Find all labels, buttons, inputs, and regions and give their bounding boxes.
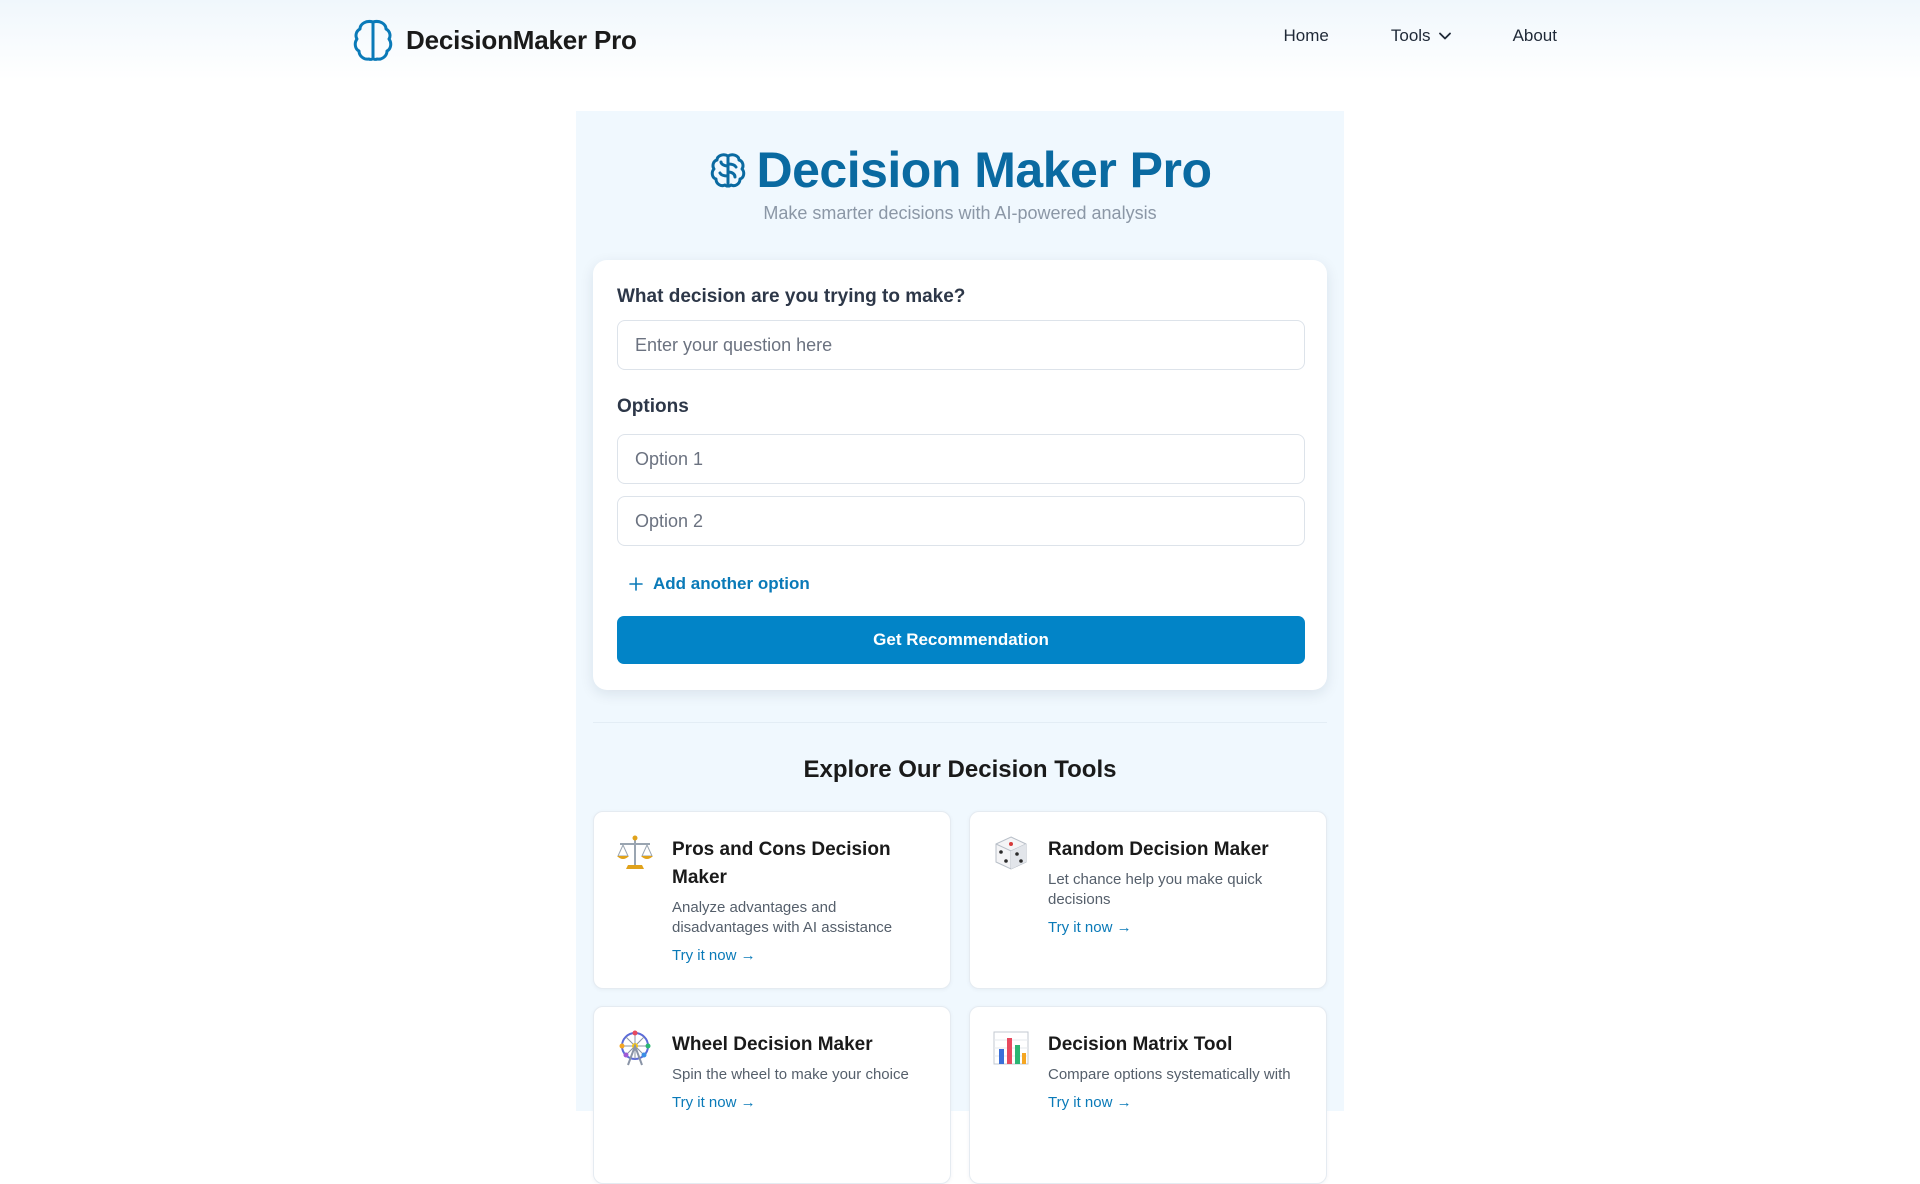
- balance-scale-icon: [617, 835, 653, 869]
- try-it-now-link[interactable]: Try it now →: [1048, 1093, 1132, 1113]
- hero-heading: Decision Maker Pro: [576, 141, 1344, 199]
- plus-icon: [629, 577, 643, 591]
- tool-card-matrix[interactable]: Decision Matrix Tool Compare options sys…: [969, 1006, 1327, 1184]
- tools-section-title: Explore Our Decision Tools: [803, 756, 1117, 783]
- try-it-now-link[interactable]: Try it now →: [1048, 918, 1132, 938]
- bar-chart-icon: [993, 1031, 1029, 1065]
- ferris-wheel-icon: [619, 1030, 651, 1066]
- tool-card-description: Let chance help you make quick decisions: [1048, 871, 1263, 908]
- brain-icon: [711, 153, 746, 188]
- tool-card-body: Pros and Cons Decision Maker Analyze adv…: [672, 836, 928, 966]
- nav-tools-label: Tools: [1390, 26, 1431, 45]
- main-nav: Home Tools About: [1284, 26, 1557, 46]
- add-option-label: Add another option: [653, 574, 810, 593]
- page-title: Decision Maker Pro: [756, 142, 1212, 198]
- page-subtitle: Make smarter decisions with AI-powered a…: [763, 203, 1157, 223]
- decision-form-card: What decision are you trying to make? Op…: [593, 260, 1327, 690]
- tool-card-description: Compare options systematically with: [1048, 1066, 1291, 1083]
- main-panel: Decision Maker Pro Make smarter decision…: [576, 111, 1344, 1184]
- nav-about-label: About: [1512, 26, 1557, 45]
- tool-card-description: Analyze advantages and disadvantages wit…: [672, 899, 893, 936]
- nav-about[interactable]: About: [1513, 26, 1557, 46]
- section-divider: [593, 722, 1327, 723]
- options-label: Options: [617, 396, 689, 417]
- brand-logo[interactable]: DecisionMaker Pro: [352, 18, 637, 62]
- tool-card-pros-cons[interactable]: Pros and Cons Decision Maker Analyze adv…: [593, 811, 951, 989]
- nav-home-label: Home: [1283, 26, 1329, 45]
- chevron-down-icon: [1438, 32, 1451, 40]
- dice-icon: [995, 836, 1027, 870]
- add-option-button[interactable]: Add another option: [629, 572, 810, 596]
- try-it-now-link[interactable]: Try it now →: [672, 1093, 756, 1113]
- tool-card-description: Spin the wheel to make your choice: [672, 1066, 909, 1083]
- tool-card-random[interactable]: Random Decision Maker Let chance help yo…: [969, 811, 1327, 989]
- question-input[interactable]: [617, 320, 1305, 370]
- question-label: What decision are you trying to make?: [617, 286, 966, 307]
- tool-card-title: Random Decision Maker: [1048, 839, 1269, 860]
- tool-card-body: Decision Matrix Tool Compare options sys…: [1048, 1031, 1304, 1113]
- nav-tools-dropdown[interactable]: Tools: [1391, 26, 1451, 46]
- brand-name: DecisionMaker Pro: [406, 24, 637, 55]
- tool-card-wheel[interactable]: Wheel Decision Maker Spin the wheel to m…: [593, 1006, 951, 1184]
- brain-icon: [353, 20, 393, 61]
- nav-home[interactable]: Home: [1284, 26, 1329, 46]
- top-navbar: DecisionMaker Pro Home Tools About: [0, 0, 1920, 80]
- option-1-input[interactable]: [617, 434, 1305, 484]
- tool-card-body: Random Decision Maker Let chance help yo…: [1048, 836, 1304, 938]
- tool-card-title: Pros and Cons Decision Maker: [672, 839, 891, 888]
- tool-card-title: Decision Matrix Tool: [1048, 1034, 1233, 1055]
- tool-card-title: Wheel Decision Maker: [672, 1034, 873, 1055]
- try-it-now-link[interactable]: Try it now →: [672, 946, 756, 966]
- tool-card-body: Wheel Decision Maker Spin the wheel to m…: [672, 1031, 928, 1113]
- get-recommendation-button[interactable]: Get Recommendation: [617, 616, 1305, 664]
- option-2-input[interactable]: [617, 496, 1305, 546]
